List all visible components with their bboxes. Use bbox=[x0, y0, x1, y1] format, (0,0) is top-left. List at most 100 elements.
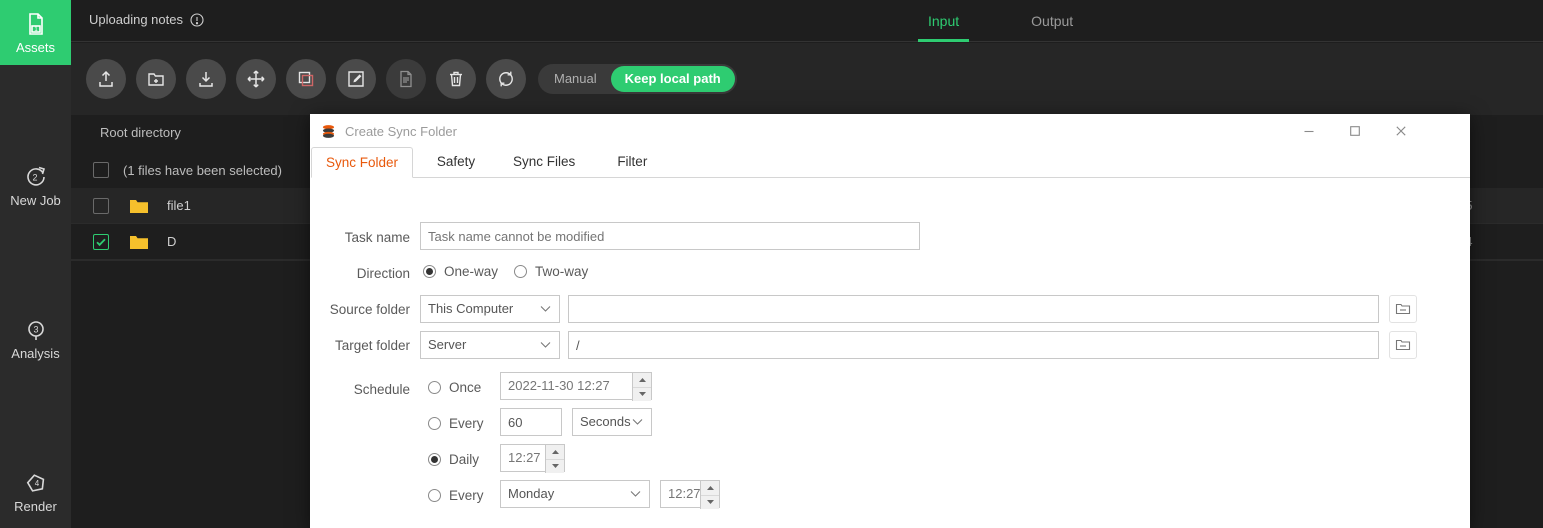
rename-button[interactable] bbox=[336, 59, 376, 99]
sidebar-item-analysis[interactable]: 3 Analysis bbox=[0, 306, 71, 371]
radio-dot bbox=[428, 453, 441, 466]
tab-filter[interactable]: Filter bbox=[589, 147, 675, 177]
radio-dot bbox=[423, 265, 436, 278]
stepper-down[interactable] bbox=[701, 496, 719, 510]
direction-two-way-radio[interactable]: Two-way bbox=[514, 264, 588, 279]
schedule-weekday-select[interactable]: Monday bbox=[500, 480, 650, 508]
dialog-title: Create Sync Folder bbox=[345, 123, 457, 139]
create-sync-folder-dialog: Create Sync Folder Sync Folder Safety Sy… bbox=[310, 114, 1470, 528]
path-mode-toggle: Manual Keep local path bbox=[538, 64, 737, 94]
row-checkbox[interactable] bbox=[93, 197, 109, 214]
dialog-tabs: Sync Folder Safety Sync Files Filter bbox=[311, 147, 1470, 178]
top-bar: Uploading notes Input Output bbox=[71, 0, 1543, 42]
new-job-icon: 2 bbox=[23, 164, 49, 190]
move-button[interactable] bbox=[236, 59, 276, 99]
source-folder-select-value: This Computer bbox=[428, 301, 514, 316]
target-folder-select[interactable]: Server bbox=[420, 331, 560, 359]
radio-dot bbox=[514, 265, 527, 278]
asset-toolbar: Manual Keep local path bbox=[71, 43, 1543, 115]
direction-one-way-radio[interactable]: One-way bbox=[423, 264, 498, 279]
download-button[interactable] bbox=[186, 59, 226, 99]
schedule-interval-label: Every bbox=[449, 416, 484, 431]
stepper-up[interactable] bbox=[701, 481, 719, 496]
details-button[interactable] bbox=[386, 59, 426, 99]
file-name: D bbox=[167, 234, 177, 249]
target-folder-browse-button[interactable] bbox=[1389, 331, 1417, 359]
time-stepper[interactable] bbox=[700, 481, 719, 509]
stacked-layers-icon bbox=[321, 124, 336, 139]
svg-text:4: 4 bbox=[34, 479, 39, 488]
schedule-interval-unit-select[interactable]: Seconds bbox=[572, 408, 652, 436]
delete-button[interactable] bbox=[436, 59, 476, 99]
keep-local-path-option[interactable]: Keep local path bbox=[610, 66, 735, 92]
schedule-weekly-radio[interactable]: Every bbox=[428, 488, 484, 503]
stepper-down[interactable] bbox=[546, 460, 564, 474]
sidebar-item-render[interactable]: 4 Render bbox=[0, 459, 71, 524]
target-folder-select-value: Server bbox=[428, 337, 467, 352]
stepper-up[interactable] bbox=[546, 445, 564, 460]
target-folder-path-input[interactable] bbox=[568, 331, 1379, 359]
schedule-once-datetime-field[interactable]: 2022-11-30 12:27 bbox=[500, 372, 652, 401]
radio-dot bbox=[428, 417, 441, 430]
schedule-daily-radio[interactable]: Daily bbox=[428, 452, 479, 467]
app-root: 1 Assets 2 New Job 3 Analysis 4 Render U… bbox=[0, 0, 1543, 528]
close-icon[interactable] bbox=[1378, 114, 1424, 148]
sidebar-item-label: Analysis bbox=[11, 346, 60, 361]
schedule-once-radio[interactable]: Once bbox=[428, 380, 481, 395]
sync-button[interactable] bbox=[486, 59, 526, 99]
time-stepper[interactable] bbox=[545, 445, 564, 473]
schedule-interval-radio[interactable]: Every bbox=[428, 416, 484, 431]
source-folder-path-input[interactable] bbox=[568, 295, 1379, 323]
tab-sync-files[interactable]: Sync Files bbox=[499, 147, 589, 177]
row-checkbox[interactable] bbox=[93, 233, 109, 250]
copy-button[interactable] bbox=[286, 59, 326, 99]
dialog-title-bar[interactable]: Create Sync Folder bbox=[310, 114, 1470, 148]
dialog-body: Task name Direction One-way Two-way Sour… bbox=[310, 178, 1470, 527]
selection-count-label: (1 files have been selected) bbox=[123, 162, 282, 178]
chevron-down-icon bbox=[540, 341, 551, 349]
schedule-weekly-time-value: 12:27 bbox=[668, 486, 701, 501]
select-all-checkbox[interactable] bbox=[93, 162, 109, 178]
source-folder-browse-button[interactable] bbox=[1389, 295, 1417, 323]
schedule-daily-time-value: 12:27 bbox=[508, 450, 541, 465]
tab-output[interactable]: Output bbox=[1021, 0, 1083, 42]
schedule-daily-label: Daily bbox=[449, 452, 480, 467]
sidebar-item-label: Assets bbox=[15, 40, 55, 55]
manual-option[interactable]: Manual bbox=[540, 66, 611, 92]
sidebar-item-label: Render bbox=[14, 499, 57, 514]
left-nav-rail: 1 Assets 2 New Job 3 Analysis 4 Render bbox=[0, 0, 71, 528]
upload-button[interactable] bbox=[86, 59, 126, 99]
folder-browse-icon bbox=[1395, 302, 1411, 316]
tab-safety[interactable]: Safety bbox=[413, 147, 499, 177]
minimize-icon[interactable] bbox=[1286, 114, 1332, 148]
stepper-up[interactable] bbox=[633, 373, 651, 388]
svg-text:3: 3 bbox=[33, 325, 38, 335]
stepper-down[interactable] bbox=[633, 388, 651, 402]
schedule-weekly-time-field[interactable]: 12:27 bbox=[660, 480, 720, 509]
uploading-notes: Uploading notes bbox=[89, 12, 204, 27]
task-name-label: Task name bbox=[344, 230, 410, 245]
source-folder-label: Source folder bbox=[329, 302, 410, 317]
breadcrumb: Root directory bbox=[100, 125, 181, 140]
new-folder-button[interactable] bbox=[136, 59, 176, 99]
schedule-interval-input[interactable] bbox=[500, 408, 562, 436]
radio-dot bbox=[428, 381, 441, 394]
direction-two-way-label: Two-way bbox=[535, 264, 589, 279]
schedule-daily-time-field[interactable]: 12:27 bbox=[500, 444, 565, 473]
chevron-down-icon bbox=[540, 305, 551, 313]
target-folder-label: Target folder bbox=[334, 338, 410, 353]
uploading-notes-label: Uploading notes bbox=[89, 12, 183, 27]
maximize-icon[interactable] bbox=[1332, 114, 1378, 148]
datetime-stepper[interactable] bbox=[632, 373, 651, 401]
direction-one-way-label: One-way bbox=[444, 264, 499, 279]
sidebar-item-new-job[interactable]: 2 New Job bbox=[0, 153, 71, 218]
info-circle-icon[interactable] bbox=[190, 12, 204, 27]
assets-icon: 1 bbox=[23, 11, 49, 37]
source-folder-select[interactable]: This Computer bbox=[420, 295, 560, 323]
input-output-tabs: Input Output bbox=[918, 0, 1083, 42]
tab-input[interactable]: Input bbox=[918, 0, 970, 42]
task-name-input[interactable] bbox=[420, 222, 920, 250]
tab-sync-folder[interactable]: Sync Folder bbox=[311, 147, 414, 178]
folder-browse-icon bbox=[1395, 338, 1411, 352]
sidebar-item-assets[interactable]: 1 Assets bbox=[0, 0, 71, 65]
